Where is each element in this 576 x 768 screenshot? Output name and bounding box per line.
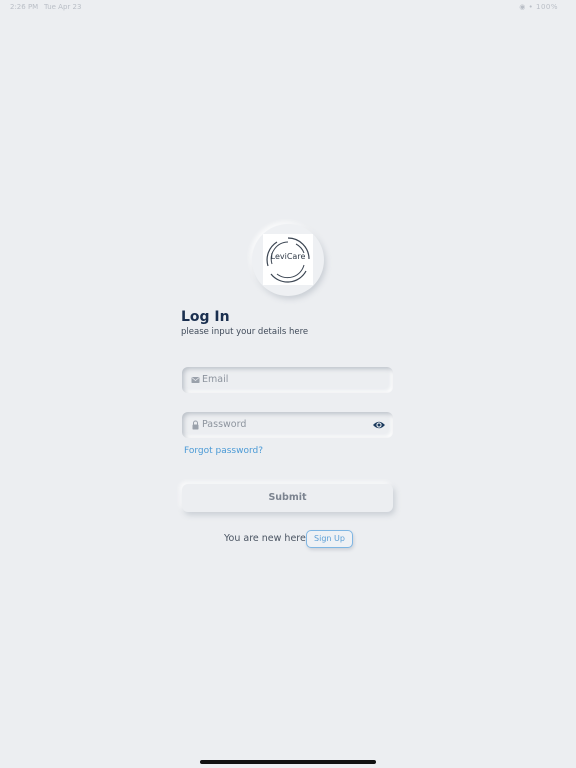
- page-subtitle: please input your details here: [181, 327, 309, 337]
- new-user-prompt: You are new here?: [224, 533, 311, 544]
- lock-icon: [192, 420, 199, 430]
- status-date: Tue Apr 23: [44, 3, 82, 11]
- logo-wordmark: LeviCare: [270, 252, 306, 261]
- home-indicator[interactable]: [200, 760, 376, 764]
- eye-icon[interactable]: [372, 419, 386, 431]
- status-indicators: ◉ • 100%: [519, 3, 558, 11]
- forgot-password-link[interactable]: Forgot password?: [184, 446, 263, 456]
- password-placeholder: Password: [202, 419, 247, 430]
- app-logo: LeviCare: [263, 234, 313, 285]
- sign-up-button[interactable]: Sign Up: [306, 530, 353, 548]
- password-field[interactable]: Password: [182, 412, 393, 438]
- page-title: Log In: [181, 309, 230, 325]
- envelope-icon: [191, 377, 200, 383]
- status-bar: 2:26 PM Tue Apr 23 ◉ • 100%: [0, 0, 576, 16]
- email-placeholder: Email: [202, 374, 229, 385]
- status-time: 2:26 PM: [10, 3, 39, 11]
- submit-button[interactable]: Submit: [182, 484, 393, 512]
- email-field[interactable]: Email: [182, 367, 393, 393]
